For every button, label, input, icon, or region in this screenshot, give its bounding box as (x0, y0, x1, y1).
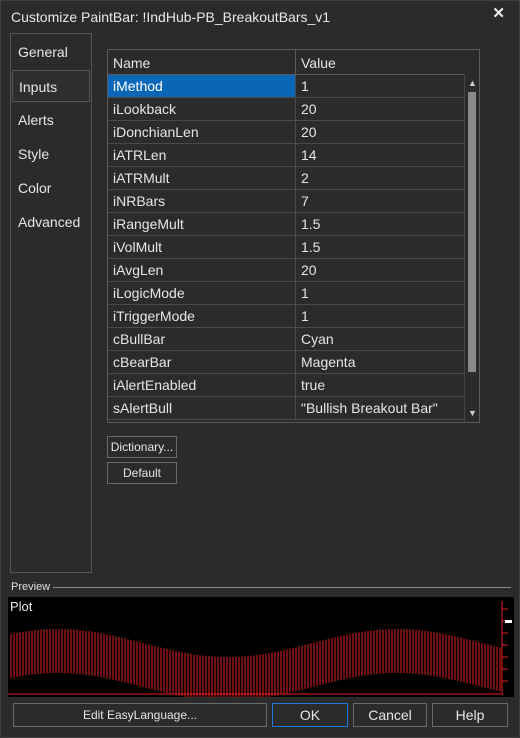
input-name[interactable]: iAvgLen (108, 259, 296, 281)
close-icon[interactable]: ✕ (492, 4, 505, 22)
grid-header: Name Value (108, 50, 465, 75)
input-row[interactable]: cBearBar Magenta (108, 351, 465, 374)
input-row[interactable]: iAvgLen 20 (108, 259, 465, 282)
preview-plot (8, 601, 512, 697)
scroll-up-icon[interactable]: ▲ (468, 78, 477, 88)
help-button[interactable]: Help (432, 703, 508, 727)
input-name[interactable]: iATRMult (108, 167, 296, 189)
input-name[interactable]: iLogicMode (108, 282, 296, 304)
preview-divider (53, 587, 511, 588)
default-button[interactable]: Default (107, 462, 177, 484)
input-name[interactable]: cBearBar (108, 351, 296, 373)
input-value[interactable]: 7 (296, 190, 465, 212)
tab-advanced[interactable]: Advanced (12, 206, 90, 238)
input-value[interactable]: 2 (296, 167, 465, 189)
scroll-thumb[interactable] (468, 92, 476, 372)
input-value[interactable]: 1 (296, 282, 465, 304)
tab-alerts[interactable]: Alerts (12, 104, 90, 136)
dictionary-button[interactable]: Dictionary... (107, 436, 177, 458)
input-value[interactable]: 20 (296, 259, 465, 281)
column-header-value[interactable]: Value (296, 50, 465, 74)
window-title: Customize PaintBar: !IndHub-PB_BreakoutB… (11, 9, 331, 25)
input-name[interactable]: iDonchianLen (108, 121, 296, 143)
input-name[interactable]: iRangeMult (108, 213, 296, 235)
input-name[interactable]: sAlertBull (108, 397, 296, 419)
input-name[interactable]: iAlertEnabled (108, 374, 296, 396)
customize-dialog: Customize PaintBar: !IndHub-PB_BreakoutB… (0, 0, 520, 738)
input-name[interactable]: iATRLen (108, 144, 296, 166)
input-row[interactable]: iATRLen 14 (108, 144, 465, 167)
input-name[interactable]: iNRBars (108, 190, 296, 212)
input-value[interactable]: Magenta (296, 351, 465, 373)
input-row[interactable]: iATRMult 2 (108, 167, 465, 190)
input-row[interactable]: iLogicMode 1 (108, 282, 465, 305)
input-row[interactable]: iDonchianLen 20 (108, 121, 465, 144)
input-value[interactable]: "Bullish Breakout Bar" (296, 397, 465, 419)
input-name[interactable]: iTriggerMode (108, 305, 296, 327)
input-value[interactable]: Cyan (296, 328, 465, 350)
input-row[interactable]: sAlertBull "Bullish Breakout Bar" (108, 397, 465, 420)
input-row[interactable]: iAlertEnabled true (108, 374, 465, 397)
preview-area: Plot (8, 597, 514, 697)
input-name[interactable]: iMethod (108, 75, 296, 97)
input-row[interactable]: iNRBars 7 (108, 190, 465, 213)
input-value[interactable]: 20 (296, 98, 465, 120)
inputs-grid: Name Value iMethod 1 iLookback 20 iDonchianL… (107, 49, 480, 423)
input-value[interactable]: 1 (296, 75, 465, 97)
input-value[interactable]: 1 (296, 305, 465, 327)
tab-color[interactable]: Color (12, 172, 90, 204)
input-row[interactable]: iRangeMult 1.5 (108, 213, 465, 236)
input-row[interactable]: cBullBar Cyan (108, 328, 465, 351)
input-name[interactable]: iVolMult (108, 236, 296, 258)
last-price-marker (505, 620, 512, 623)
cancel-button[interactable]: Cancel (353, 703, 427, 727)
title-bar: Customize PaintBar: !IndHub-PB_BreakoutB… (1, 1, 519, 35)
input-row[interactable]: iTriggerMode 1 (108, 305, 465, 328)
input-row[interactable]: iVolMult 1.5 (108, 236, 465, 259)
plot-label: Plot (10, 599, 33, 614)
input-value[interactable]: true (296, 374, 465, 396)
edit-easylanguage-button[interactable]: Edit EasyLanguage... (13, 703, 267, 727)
tab-list: General Inputs Alerts Style Color Advanc… (10, 33, 92, 573)
input-value[interactable]: 1.5 (296, 213, 465, 235)
vertical-scrollbar[interactable]: ▲ ▼ (464, 74, 479, 422)
tab-style[interactable]: Style (12, 138, 90, 170)
tab-general[interactable]: General (12, 36, 90, 68)
input-row[interactable]: iLookback 20 (108, 98, 465, 121)
input-value[interactable]: 20 (296, 121, 465, 143)
scroll-down-icon[interactable]: ▼ (468, 408, 477, 418)
preview-label: Preview (11, 581, 51, 593)
input-value[interactable]: 1.5 (296, 236, 465, 258)
input-name[interactable]: cBullBar (108, 328, 296, 350)
input-name[interactable]: iLookback (108, 98, 296, 120)
tab-inputs[interactable]: Inputs (12, 70, 90, 102)
input-value[interactable]: 14 (296, 144, 465, 166)
ok-button[interactable]: OK (272, 703, 348, 727)
input-row[interactable]: iMethod 1 (108, 75, 465, 98)
column-header-name[interactable]: Name (108, 50, 296, 74)
